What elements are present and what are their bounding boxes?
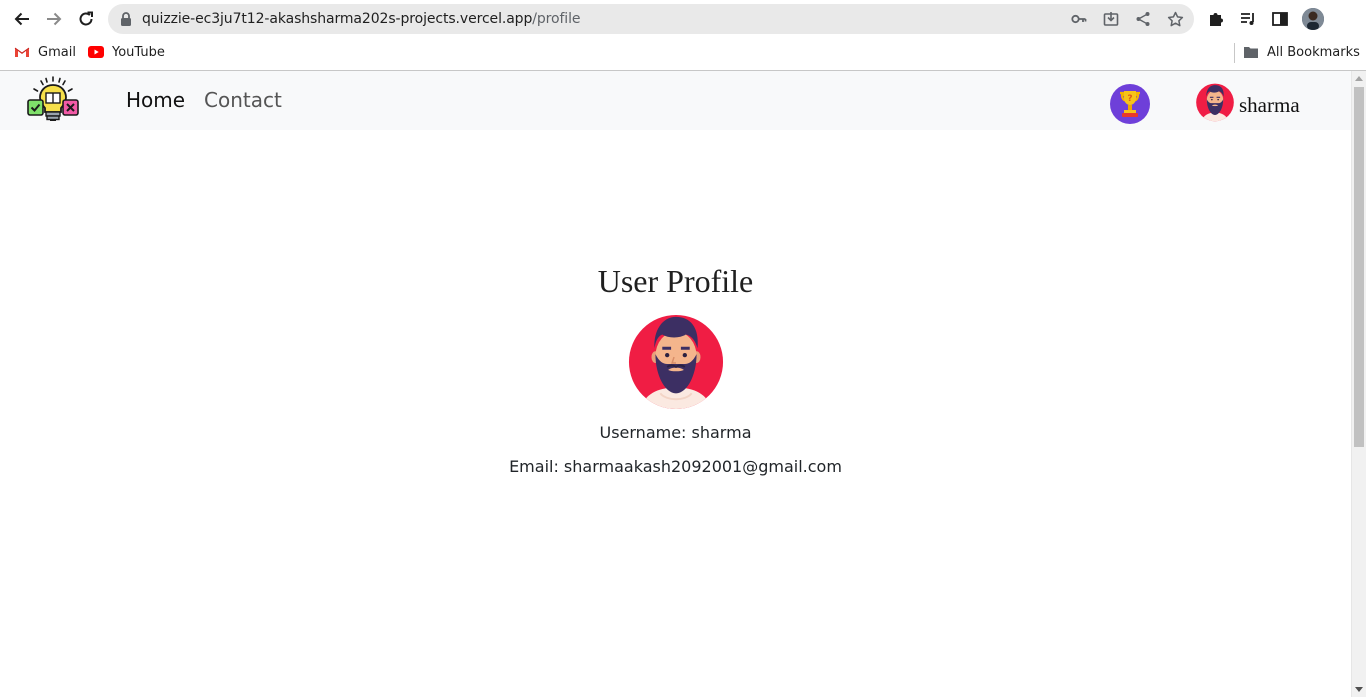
- site-navbar: Home Contact ? sharma: [0, 71, 1351, 130]
- side-panel-icon[interactable]: [1270, 9, 1290, 29]
- youtube-icon: [88, 44, 104, 60]
- reload-button[interactable]: [74, 7, 98, 31]
- svg-text:?: ?: [1127, 94, 1132, 104]
- page-viewport: Home Contact ? sharma User Profile Usern…: [0, 71, 1366, 697]
- url-path: /profile: [532, 11, 581, 27]
- media-queue-icon[interactable]: [1238, 9, 1258, 29]
- gmail-icon: [14, 44, 30, 60]
- all-bookmarks-button[interactable]: All Bookmarks: [1243, 42, 1360, 62]
- url-text: quizzie-ec3ju7t12-akashsharma202s-projec…: [142, 4, 581, 34]
- reload-icon: [79, 11, 93, 26]
- navbar-avatar[interactable]: [1195, 82, 1235, 122]
- bookmark-star-icon[interactable]: [1166, 10, 1184, 28]
- navbar-username[interactable]: sharma: [1239, 93, 1300, 118]
- back-button[interactable]: [10, 7, 34, 31]
- folder-icon: [1243, 44, 1259, 60]
- install-app-icon[interactable]: [1102, 10, 1120, 28]
- browser-profile-avatar[interactable]: [1302, 8, 1324, 30]
- extensions-puzzle-icon[interactable]: [1206, 9, 1226, 29]
- bearded-man-avatar-icon: [1196, 83, 1234, 122]
- forward-arrow-icon: [47, 12, 62, 26]
- forward-button[interactable]: [42, 7, 66, 31]
- bookmarks-divider: [1234, 43, 1235, 63]
- page-scrollbar[interactable]: [1351, 71, 1366, 697]
- bookmarks-bar: Gmail YouTube All Bookmarks: [0, 38, 1366, 66]
- share-icon[interactable]: [1134, 10, 1152, 28]
- nav-link-home[interactable]: Home: [126, 88, 185, 112]
- bookmark-youtube[interactable]: YouTube: [88, 42, 165, 62]
- lock-icon: [121, 12, 131, 26]
- profile-avatar: [628, 314, 723, 410]
- address-bar[interactable]: quizzie-ec3ju7t12-akashsharma202s-projec…: [108, 4, 1194, 34]
- back-arrow-icon: [14, 12, 29, 26]
- profile-username: Username: sharma: [599, 423, 752, 442]
- browser-toolbar: quizzie-ec3ju7t12-akashsharma202s-projec…: [0, 0, 1366, 38]
- scroll-down-arrow-icon[interactable]: [1355, 687, 1363, 692]
- leaderboard-button[interactable]: ?: [1110, 84, 1150, 124]
- bookmark-label: YouTube: [112, 44, 165, 60]
- scroll-thumb[interactable]: [1354, 87, 1364, 447]
- page-title: User Profile: [597, 263, 754, 299]
- profile-email: Email: sharmaakash2092001@gmail.com: [509, 457, 842, 476]
- nav-link-contact[interactable]: Contact: [204, 88, 282, 112]
- browser-chrome: quizzie-ec3ju7t12-akashsharma202s-projec…: [0, 0, 1366, 71]
- bookmark-gmail[interactable]: Gmail: [14, 42, 76, 62]
- url-host: quizzie-ec3ju7t12-akashsharma202s-projec…: [142, 11, 533, 27]
- scroll-up-arrow-icon[interactable]: [1355, 76, 1363, 81]
- all-bookmarks-label: All Bookmarks: [1267, 44, 1360, 60]
- trophy-icon: ?: [1120, 91, 1140, 117]
- password-key-icon[interactable]: [1070, 10, 1088, 28]
- user-profile-card: User Profile Username: sharma Email: sha…: [0, 261, 1351, 477]
- quiz-bulb-logo[interactable]: [27, 76, 79, 124]
- bookmark-label: Gmail: [38, 44, 76, 60]
